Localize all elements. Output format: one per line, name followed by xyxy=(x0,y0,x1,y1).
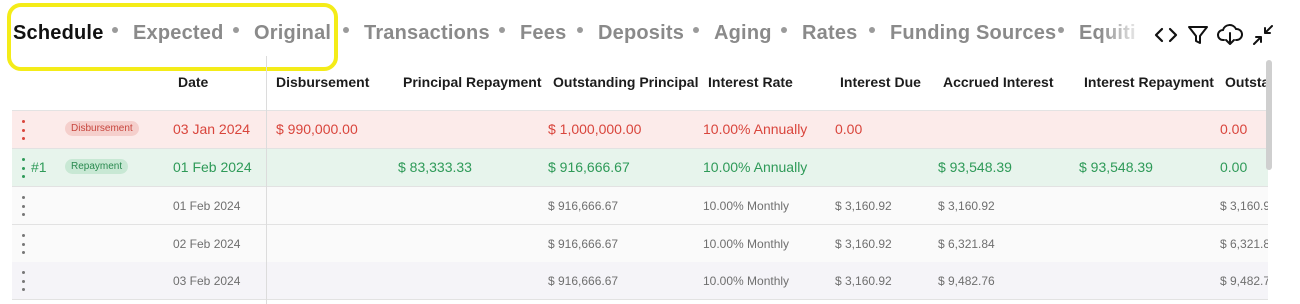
tab-separator xyxy=(781,27,787,33)
cell-accrued-interest: $ 93,548.39 xyxy=(938,159,1012,175)
column-header-outstanding-principal[interactable]: Outstanding Principal xyxy=(553,74,698,90)
cell-outstanding: $ 9,482.7 xyxy=(1220,274,1268,288)
tab-deposits[interactable]: Deposits xyxy=(598,22,684,45)
row-menu-icon[interactable] xyxy=(21,234,25,254)
cell-outstanding: 0.00 xyxy=(1220,159,1248,175)
filter-icon[interactable] xyxy=(1185,22,1211,48)
tab-separator xyxy=(499,27,505,33)
cell-outstanding-principal: $ 916,666.67 xyxy=(548,274,619,288)
row-number: #1 xyxy=(31,159,47,175)
tab-separator xyxy=(577,27,583,33)
cell-accrued-interest: $ 9,482.76 xyxy=(938,274,995,288)
tab-transactions[interactable]: Transactions xyxy=(364,22,490,45)
cell-date: 02 Feb 2024 xyxy=(173,237,241,251)
table-row[interactable]: Disbursement 03 Jan 2024 $ 990,000.00 $ … xyxy=(12,111,1268,149)
vertical-scrollbar[interactable] xyxy=(1266,60,1272,170)
tab-overflow-fade xyxy=(1100,12,1145,56)
row-menu-icon[interactable] xyxy=(21,271,25,291)
table-row[interactable]: 01 Feb 2024 $ 916,666.67 10.00% Monthly … xyxy=(12,187,1268,225)
tab-funding-sources[interactable]: Funding Sources xyxy=(890,22,1056,45)
column-header-outstanding[interactable]: Outsta xyxy=(1225,74,1268,90)
cell-interest-rate: 10.00% Annually xyxy=(703,121,808,137)
cell-interest-due: 0.00 xyxy=(835,121,863,137)
cell-date: 01 Feb 2024 xyxy=(173,199,241,213)
column-header-interest-rate[interactable]: Interest Rate xyxy=(708,74,793,90)
row-menu-icon[interactable] xyxy=(21,196,25,216)
tab-fees[interactable]: Fees xyxy=(520,22,566,45)
table-row[interactable]: 03 Feb 2024 $ 916,666.67 10.00% Monthly … xyxy=(12,262,1268,300)
cell-date: 01 Feb 2024 xyxy=(173,159,252,175)
cell-interest-rate: 10.00% Monthly xyxy=(703,237,790,251)
row-menu-icon[interactable] xyxy=(21,158,25,178)
cell-interest-due: $ 3,160.92 xyxy=(835,274,892,288)
cell-date: 03 Feb 2024 xyxy=(173,274,241,288)
row-type-badge: Disbursement xyxy=(65,121,139,136)
tab-separator xyxy=(693,27,699,33)
column-header-disbursement[interactable]: Disbursement xyxy=(276,74,369,90)
column-header-interest-due[interactable]: Interest Due xyxy=(840,74,921,90)
schedule-table: Date Disbursement Principal Repayment Ou… xyxy=(12,56,1268,304)
table-row[interactable]: #1 Repayment 01 Feb 2024 $ 83,333.33 $ 9… xyxy=(12,149,1268,187)
column-header-date[interactable]: Date xyxy=(178,74,208,90)
cell-outstanding: $ 3,160.9 xyxy=(1220,199,1268,213)
cell-interest-rate: 10.00% Monthly xyxy=(703,274,790,288)
cell-outstanding-principal: $ 1,000,000.00 xyxy=(548,121,642,137)
cell-outstanding-principal: $ 916,666.67 xyxy=(548,159,630,175)
column-header-accrued-interest[interactable]: Accrued Interest xyxy=(943,74,1053,90)
cell-interest-repayment: $ 93,548.39 xyxy=(1079,159,1153,175)
column-divider xyxy=(266,56,267,304)
cell-accrued-interest: $ 3,160.92 xyxy=(938,199,995,213)
cell-accrued-interest: $ 6,321.84 xyxy=(938,237,995,251)
cell-outstanding: 0.00 xyxy=(1220,121,1248,137)
tab-aging[interactable]: Aging xyxy=(714,22,772,45)
cell-interest-rate: 10.00% Annually xyxy=(703,159,808,175)
cell-outstanding: $ 6,321.8 xyxy=(1220,237,1268,251)
cell-date: 03 Jan 2024 xyxy=(173,121,251,137)
cell-interest-due: $ 3,160.92 xyxy=(835,199,892,213)
cell-interest-rate: 10.00% Monthly xyxy=(703,199,790,213)
row-type-badge: Repayment xyxy=(65,159,129,174)
row-menu-icon[interactable] xyxy=(21,120,25,140)
table-header: Date Disbursement Principal Repayment Ou… xyxy=(12,56,1268,111)
code-icon[interactable] xyxy=(1153,22,1179,48)
cell-outstanding-principal: $ 916,666.67 xyxy=(548,199,619,213)
column-header-principal-repayment[interactable]: Principal Repayment xyxy=(403,74,542,90)
cell-outstanding-principal: $ 916,666.67 xyxy=(548,237,619,251)
tab-separator xyxy=(869,27,875,33)
cell-principal-repayment: $ 83,333.33 xyxy=(398,159,472,175)
column-header-interest-repayment[interactable]: Interest Repayment xyxy=(1084,74,1214,90)
cell-disbursement: $ 990,000.00 xyxy=(276,121,358,137)
collapse-icon[interactable] xyxy=(1250,22,1276,48)
tab-separator xyxy=(1058,27,1064,33)
cloud-download-icon[interactable] xyxy=(1217,22,1243,48)
tab-separator xyxy=(343,27,349,33)
cell-interest-due: $ 3,160.92 xyxy=(835,237,892,251)
table-row[interactable]: 02 Feb 2024 $ 916,666.67 10.00% Monthly … xyxy=(12,225,1268,263)
tab-rates[interactable]: Rates xyxy=(802,22,857,45)
